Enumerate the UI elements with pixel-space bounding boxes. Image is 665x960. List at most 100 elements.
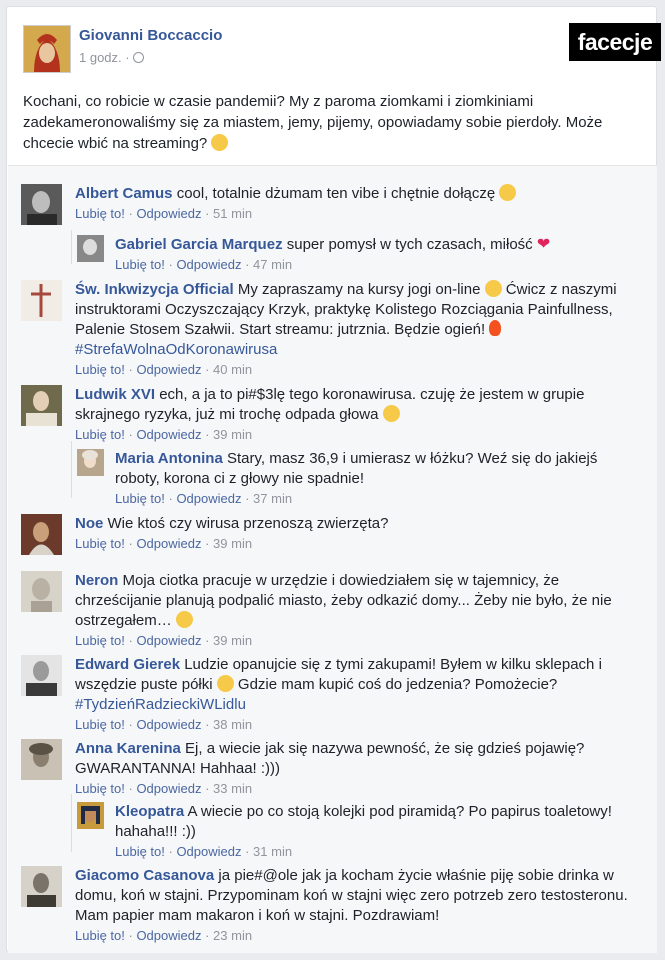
- reply-link[interactable]: Odpowiedz: [136, 362, 201, 377]
- avatar[interactable]: [21, 739, 62, 780]
- avatar[interactable]: [77, 235, 104, 262]
- reply-link[interactable]: Odpowiedz: [136, 928, 201, 943]
- reply-link[interactable]: Odpowiedz: [136, 717, 201, 732]
- avatar[interactable]: [77, 802, 104, 829]
- avatar[interactable]: [21, 184, 62, 225]
- comment-author[interactable]: Edward Gierek: [75, 656, 180, 673]
- comment-time[interactable]: 33 min: [213, 781, 252, 796]
- separator: ·: [201, 427, 214, 442]
- comment-author[interactable]: Św. Inkwizycja Official: [75, 281, 234, 298]
- comment-actions: Lubię to! · Odpowiedz · 31 min: [115, 843, 645, 861]
- separator: ·: [124, 536, 137, 551]
- like-link[interactable]: Lubię to!: [115, 257, 165, 272]
- comment-actions: Lubię to! · Odpowiedz · 47 min: [115, 256, 640, 274]
- persevere-emoji-icon: [216, 675, 234, 692]
- separator: ·: [241, 491, 254, 506]
- comment-author[interactable]: Albert Camus: [75, 185, 173, 202]
- reply-link[interactable]: Odpowiedz: [136, 633, 201, 648]
- like-link[interactable]: Lubię to!: [115, 844, 165, 859]
- grin-emoji-icon: [484, 280, 502, 297]
- reply-link[interactable]: Odpowiedz: [136, 427, 201, 442]
- wink-emoji-icon: [211, 134, 229, 151]
- avatar[interactable]: [21, 280, 62, 321]
- comments-section: Albert Camus cool, totalnie dżumam ten v…: [8, 165, 657, 953]
- reply-link[interactable]: Odpowiedz: [136, 781, 201, 796]
- reply-link[interactable]: Odpowiedz: [176, 257, 241, 272]
- like-link[interactable]: Lubię to!: [75, 427, 125, 442]
- post-text: Kochani, co robicie w czasie pandemii? M…: [23, 91, 643, 154]
- separator: ·: [241, 844, 254, 859]
- comment-actions: Lubię to! · Odpowiedz · 39 min: [75, 632, 643, 650]
- post-time[interactable]: 1 godz. ·: [79, 50, 133, 65]
- like-link[interactable]: Lubię to!: [75, 362, 125, 377]
- comment-author[interactable]: Kleopatra: [115, 803, 184, 820]
- globe-icon: [133, 52, 145, 63]
- avatar[interactable]: [21, 655, 62, 696]
- comment-time[interactable]: 40 min: [213, 362, 252, 377]
- avatar[interactable]: [21, 866, 62, 907]
- post-author[interactable]: Giovanni Boccaccio: [79, 27, 222, 44]
- like-link[interactable]: Lubię to!: [75, 633, 125, 648]
- like-link[interactable]: Lubię to!: [75, 781, 125, 796]
- comment-text: A wiecie po co stoją kolejki pod piramid…: [115, 803, 612, 840]
- like-link[interactable]: Lubię to!: [75, 717, 125, 732]
- comment-author[interactable]: Gabriel Garcia Marquez: [115, 236, 283, 253]
- comment-author[interactable]: Neron: [75, 572, 118, 589]
- comment-text: super pomysł w tych czasach, miłość: [286, 236, 533, 253]
- comment-time[interactable]: 47 min: [253, 257, 292, 272]
- wink-emoji-icon: [499, 184, 517, 201]
- reply-link[interactable]: Odpowiedz: [176, 491, 241, 506]
- separator: ·: [201, 781, 214, 796]
- comment-time[interactable]: 23 min: [213, 928, 252, 943]
- comment-text: cool, totalnie dżumam ten vibe i chętnie…: [176, 185, 496, 202]
- comment-time[interactable]: 51 min: [213, 206, 252, 221]
- comment-author[interactable]: Noe: [75, 515, 103, 532]
- separator: ·: [201, 717, 214, 732]
- comment-time[interactable]: 38 min: [213, 717, 252, 732]
- separator: ·: [124, 427, 137, 442]
- comment-actions: Lubię to! · Odpowiedz · 39 min: [75, 535, 643, 553]
- separator: ·: [241, 257, 254, 272]
- comment-time[interactable]: 39 min: [213, 427, 252, 442]
- reply-link[interactable]: Odpowiedz: [136, 206, 201, 221]
- avatar[interactable]: [23, 25, 71, 73]
- comment-time[interactable]: 31 min: [253, 844, 292, 859]
- comment-actions: Lubię to! · Odpowiedz · 33 min: [75, 780, 643, 798]
- separator: ·: [124, 206, 137, 221]
- comment-text: My zapraszamy na kursy jogi on-line: [237, 281, 481, 298]
- like-link[interactable]: Lubię to!: [75, 928, 125, 943]
- avatar[interactable]: [21, 571, 62, 612]
- like-link[interactable]: Lubię to!: [75, 206, 125, 221]
- reply-link[interactable]: Odpowiedz: [136, 536, 201, 551]
- separator: ·: [164, 844, 177, 859]
- like-link[interactable]: Lubię to!: [75, 536, 125, 551]
- post-timestamp[interactable]: 1 godz. ·: [79, 50, 145, 65]
- comment-actions: Lubię to! · Odpowiedz · 38 min: [75, 716, 643, 734]
- thread-line: [71, 230, 72, 264]
- comment-time[interactable]: 39 min: [213, 633, 252, 648]
- thread-line: [71, 441, 72, 498]
- separator: ·: [124, 633, 137, 648]
- comment-author[interactable]: Anna Karenina: [75, 740, 181, 757]
- avatar[interactable]: [21, 514, 62, 555]
- separator: ·: [201, 536, 214, 551]
- hashtag-link[interactable]: #StrefaWolnaOdKoronawirusa: [75, 341, 277, 358]
- avatar[interactable]: [77, 449, 104, 476]
- comment-text-continued: Gdzie mam kupić coś do jedzenia? Pomożec…: [237, 676, 558, 693]
- sad-emoji-icon: [382, 405, 400, 422]
- avatar[interactable]: [21, 385, 62, 426]
- comment-author[interactable]: Maria Antonina: [115, 450, 223, 467]
- comment-time[interactable]: 39 min: [213, 536, 252, 551]
- comment-time[interactable]: 37 min: [253, 491, 292, 506]
- comment-author[interactable]: Giacomo Casanova: [75, 867, 214, 884]
- comment-actions: Lubię to! · Odpowiedz · 39 min: [75, 426, 643, 444]
- post-text-content: Kochani, co robicie w czasie pandemii? M…: [23, 93, 603, 152]
- reply-link[interactable]: Odpowiedz: [176, 844, 241, 859]
- separator: ·: [124, 362, 137, 377]
- comment-author[interactable]: Ludwik XVI: [75, 386, 155, 403]
- separator: ·: [164, 491, 177, 506]
- hashtag-link[interactable]: #TydzieńRadzieckiWLidlu: [75, 696, 246, 713]
- separator: ·: [124, 928, 137, 943]
- like-link[interactable]: Lubię to!: [115, 491, 165, 506]
- separator: ·: [124, 781, 137, 796]
